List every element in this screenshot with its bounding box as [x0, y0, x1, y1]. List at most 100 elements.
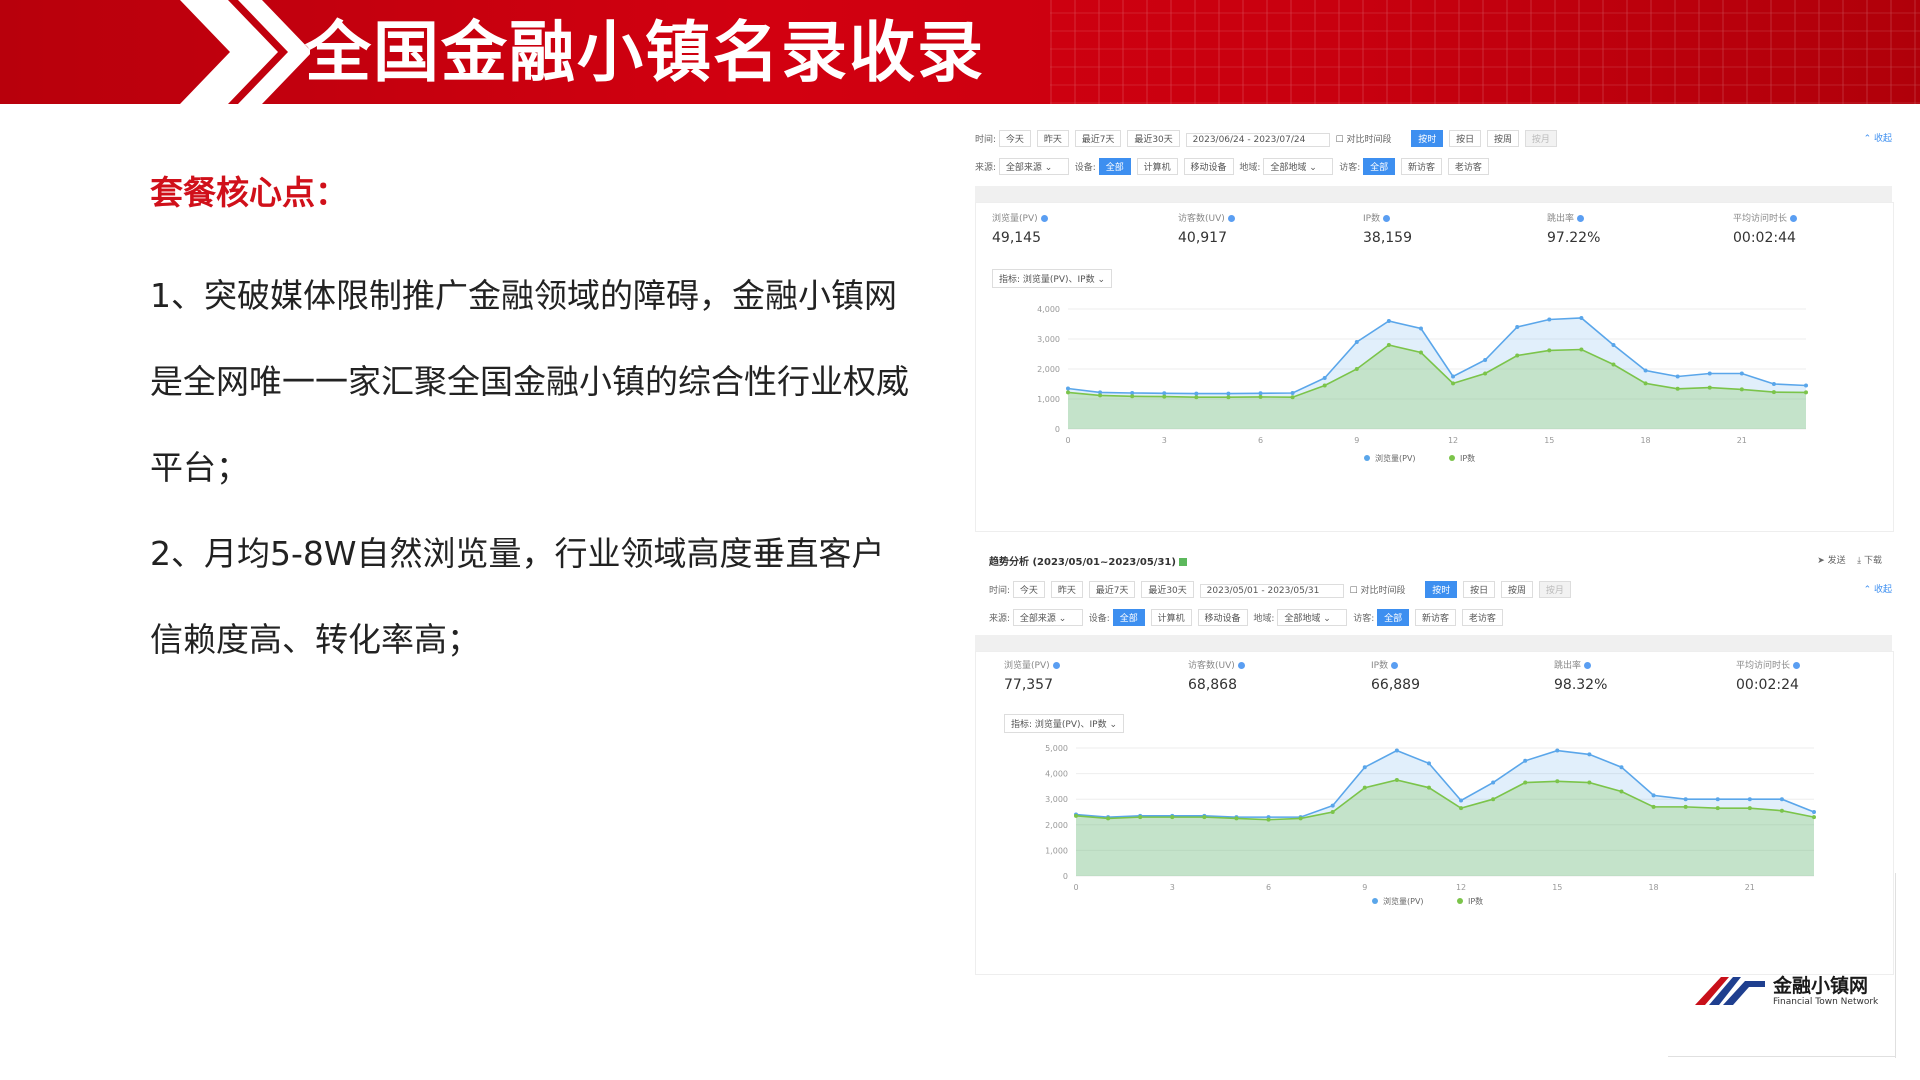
y-tick-label: 3,000: [1045, 795, 1068, 804]
compare-checkbox[interactable]: ☐ 对比时间段: [1336, 135, 1392, 145]
y-tick-label: 0: [1063, 872, 1068, 881]
download-button[interactable]: ⤓ 下载: [1857, 556, 1882, 566]
compare-checkbox[interactable]: ☐ 对比时间段: [1350, 586, 1406, 596]
metric-label: 浏览量(PV): [992, 214, 1038, 224]
data-point: [1747, 806, 1752, 811]
metric-ip: IP数 66,889: [1371, 658, 1420, 693]
help-icon[interactable]: [1577, 215, 1585, 222]
region-select[interactable]: 全部地域 ⌄: [1263, 158, 1334, 175]
data-point: [1386, 319, 1391, 323]
data-point: [1587, 780, 1592, 785]
visitor-new[interactable]: 新访客: [1415, 609, 1457, 626]
send-button[interactable]: ➤ 发送: [1817, 556, 1845, 566]
toolbar-row-filters: 来源: 全部来源 ⌄ 设备: 全部 计算机 移动设备 地域: 全部地域 ⌄ 访客…: [989, 609, 1506, 626]
site-logo: 金融小镇网 Financial Town Network: [1695, 965, 1905, 1025]
gran-hour[interactable]: 按时: [1425, 581, 1458, 598]
data-point: [1322, 383, 1327, 388]
indicator-select[interactable]: 指标: 浏览量(PV)、IP数 ⌄: [992, 269, 1113, 288]
collapse-link[interactable]: ⌃ 收起: [1864, 582, 1892, 595]
data-point: [1651, 793, 1656, 798]
help-icon[interactable]: [1793, 662, 1801, 669]
help-icon[interactable]: [1383, 215, 1391, 222]
metric-value: 40,917: [1178, 230, 1227, 246]
metric-value: 38,159: [1363, 230, 1412, 246]
chip-last30[interactable]: 最近30天: [1141, 581, 1194, 598]
chip-today[interactable]: 今天: [998, 130, 1031, 147]
region-select[interactable]: 全部地域 ⌄: [1277, 609, 1348, 626]
chip-last7[interactable]: 最近7天: [1088, 581, 1136, 598]
indicator-value: 浏览量(PV)、IP数: [1022, 275, 1095, 285]
device-all[interactable]: 全部: [1112, 609, 1145, 626]
data-point: [1643, 368, 1648, 373]
data-point: [1651, 804, 1656, 809]
visitor-all[interactable]: 全部: [1377, 609, 1410, 626]
data-point: [1226, 395, 1231, 400]
help-icon[interactable]: [1052, 662, 1060, 669]
y-tick-label: 0: [1055, 425, 1060, 434]
date-range-picker[interactable]: 2023/06/24 - 2023/07/24: [1185, 133, 1330, 147]
device-pc[interactable]: 计算机: [1136, 158, 1178, 175]
device-mobile[interactable]: 移动设备: [1197, 609, 1248, 626]
download-label: 下载: [1863, 556, 1882, 566]
data-point: [1290, 395, 1295, 400]
send-label: 发送: [1827, 556, 1846, 566]
metric-ip: IP数 38,159: [1363, 211, 1412, 246]
gran-hour[interactable]: 按时: [1411, 130, 1444, 147]
help-icon[interactable]: [1227, 215, 1235, 222]
data-point: [1226, 391, 1231, 396]
chip-last7[interactable]: 最近7天: [1074, 130, 1122, 147]
collapse-label: 收起: [1873, 585, 1892, 595]
metric-pv: 浏览量(PV) 77,357: [1004, 658, 1060, 693]
data-point: [1523, 758, 1528, 763]
device-all[interactable]: 全部: [1098, 158, 1131, 175]
data-point: [1098, 393, 1103, 398]
data-point: [1354, 367, 1359, 371]
chip-yesterday[interactable]: 昨天: [1036, 130, 1069, 147]
point-1: 1、突破媒体限制推广金融领域的障碍，金融小镇网是全网唯一一家汇聚全国金融小镇的综…: [150, 276, 909, 487]
gran-month[interactable]: 按月: [1538, 581, 1571, 598]
corner-frame-line: [1668, 1056, 1896, 1057]
y-tick-label: 1,000: [1037, 395, 1060, 404]
source-select[interactable]: 全部来源 ⌄: [998, 158, 1069, 175]
visitor-label: 访客:: [1339, 163, 1361, 173]
data-point: [1771, 382, 1776, 386]
title-banner: 全国金融小镇名录收录: [0, 0, 1920, 104]
gran-month[interactable]: 按月: [1524, 130, 1557, 147]
visitor-old[interactable]: 老访客: [1447, 158, 1489, 175]
gran-week[interactable]: 按周: [1501, 581, 1534, 598]
visitor-all[interactable]: 全部: [1363, 158, 1396, 175]
data-point: [1515, 325, 1520, 329]
data-point: [1130, 394, 1135, 399]
date-range-picker[interactable]: 2023/05/01 - 2023/05/31: [1199, 584, 1344, 598]
metric-pv: 浏览量(PV) 49,145: [992, 211, 1048, 246]
chevron-icon: [180, 0, 310, 104]
chip-last30[interactable]: 最近30天: [1127, 130, 1180, 147]
data-point: [1643, 381, 1648, 386]
collapse-link[interactable]: ⌃ 收起: [1864, 131, 1892, 144]
analytics-panel-2: 趋势分析 (2023/05/01~2023/05/31) ➤ 发送 ⤓ 下载 时…: [975, 545, 1894, 975]
gran-day[interactable]: 按日: [1449, 130, 1482, 147]
x-tick-label: 18: [1648, 883, 1658, 892]
data-point: [1771, 390, 1776, 395]
device-pc[interactable]: 计算机: [1150, 609, 1192, 626]
indicator-label: 指标:: [999, 275, 1021, 285]
help-icon[interactable]: [1584, 662, 1592, 669]
data-point: [1322, 376, 1327, 380]
x-tick-label: 6: [1266, 883, 1271, 892]
help-icon[interactable]: [1790, 215, 1798, 222]
help-icon[interactable]: [1237, 662, 1245, 669]
gran-day[interactable]: 按日: [1463, 581, 1496, 598]
device-mobile[interactable]: 移动设备: [1183, 158, 1234, 175]
indicator-select[interactable]: 指标: 浏览量(PV)、IP数 ⌄: [1004, 714, 1125, 733]
visitor-old[interactable]: 老访客: [1461, 609, 1503, 626]
source-select[interactable]: 全部来源 ⌄: [1012, 609, 1083, 626]
help-icon[interactable]: [1040, 215, 1048, 222]
data-point: [1579, 316, 1584, 320]
data-point: [1675, 374, 1680, 379]
chip-today[interactable]: 今天: [1012, 581, 1045, 598]
chip-yesterday[interactable]: 昨天: [1050, 581, 1083, 598]
visitor-new[interactable]: 新访客: [1401, 158, 1443, 175]
device-label: 设备:: [1088, 614, 1110, 624]
gran-week[interactable]: 按周: [1487, 130, 1520, 147]
help-icon[interactable]: [1391, 662, 1399, 669]
